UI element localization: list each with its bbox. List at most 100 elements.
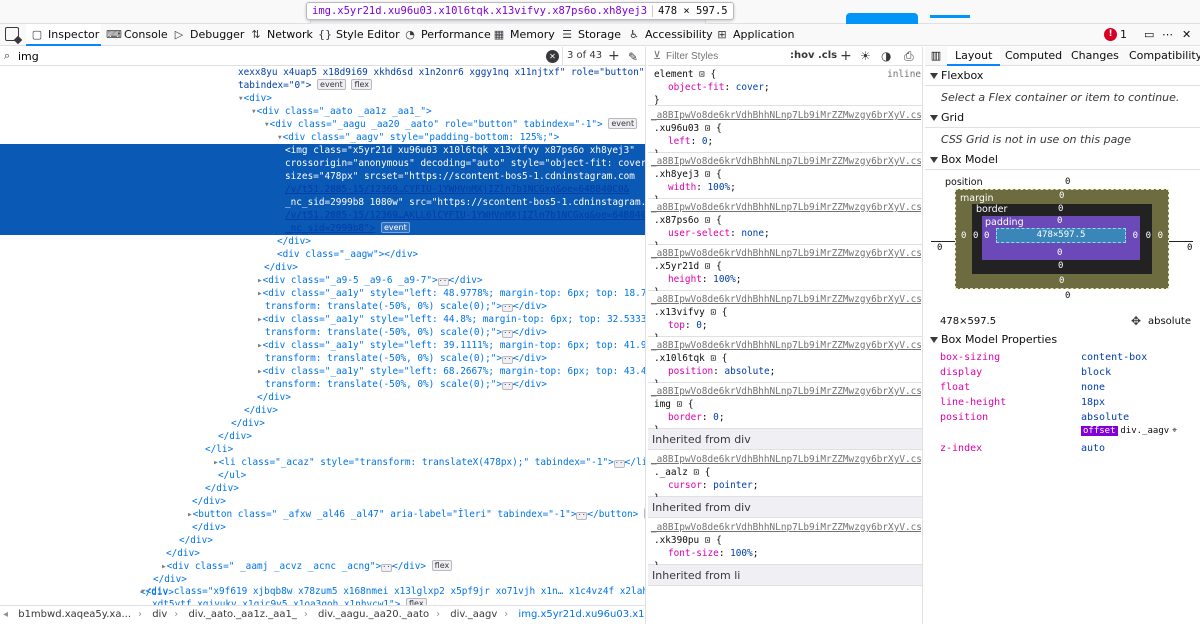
border-box[interactable]: border 0 0 0 0 padding 0 0 0 0 478×597.5 bbox=[972, 204, 1152, 274]
markup-line[interactable]: transform: translate(-50%, 0%) scale(0);… bbox=[0, 352, 645, 365]
markup-line[interactable]: ▸<div class=" _aamj _acvz _acnc _acng">·… bbox=[0, 560, 645, 573]
add-rule-icon[interactable]: + bbox=[840, 47, 852, 65]
target-icon[interactable]: ⌖ bbox=[1172, 426, 1177, 436]
breadcrumb-item[interactable]: b1mbwd.xaqea5y.xa... bbox=[14, 606, 135, 624]
markup-line[interactable]: </li> bbox=[0, 443, 645, 456]
markup-line-selected[interactable]: /v/t51.2885-15/12369…AKLL6lCYFIU-1YWHVnM… bbox=[0, 209, 645, 222]
markup-line[interactable]: ▾<div class="_aagv" style="padding-botto… bbox=[0, 131, 645, 144]
css-rule[interactable]: _a8BIpwVo8de6krVdhBhhNLnp7Lb9iMrZZMwzgy6… bbox=[648, 451, 922, 504]
markup-line[interactable]: </div> bbox=[0, 430, 645, 443]
markup-line-selected[interactable]: /v/t51.2885-15/12369…CYFIU-1YWHVnMXjIZln… bbox=[0, 183, 645, 196]
rule-declaration[interactable]: border: 0; bbox=[648, 411, 922, 424]
tab-compatibility[interactable]: Compatibility bbox=[1129, 47, 1200, 66]
markup-line[interactable]: <div class="_aagw"></div> bbox=[0, 248, 645, 261]
markup-line[interactable]: transform: translate(-50%, 0%) scale(0);… bbox=[0, 326, 645, 339]
scroll-left-icon[interactable]: ◂ bbox=[0, 609, 11, 620]
breadcrumb-item[interactable]: div._aato._aa1z._aa1_ bbox=[184, 606, 300, 624]
rule-source-link[interactable]: _a8BIpwVo8de6krVdhBhhNLnp7Lb9iMrZZMwzgy6… bbox=[651, 293, 921, 306]
error-icon[interactable]: ! bbox=[1104, 28, 1117, 41]
markup-line[interactable]: ▾<div class="_aato _aa1z _aa1_"> bbox=[0, 105, 645, 118]
move-icon[interactable]: ✥ bbox=[1131, 314, 1141, 328]
filter-styles-input[interactable] bbox=[666, 49, 776, 64]
markup-line[interactable]: xexx8yu x4uap5 x18d9i69 xkhd6sd x1n2onr6… bbox=[0, 66, 645, 79]
markup-line[interactable]: ▸<div class="_aa1y" style="left: 39.1111… bbox=[0, 339, 645, 352]
grid-section-header[interactable]: Grid bbox=[925, 108, 1200, 128]
event-badge[interactable]: event bbox=[380, 222, 410, 233]
rule-declaration[interactable]: position: absolute; bbox=[648, 365, 922, 378]
markup-line[interactable]: </ul> bbox=[0, 469, 645, 482]
markup-line[interactable]: transform: translate(-50%, 0%) scale(0);… bbox=[0, 300, 645, 313]
margin-box[interactable]: margin 0 0 0 0 border 0 0 0 0 padding 0 … bbox=[955, 189, 1169, 289]
event-badge[interactable]: event bbox=[608, 118, 638, 129]
markup-line-selected[interactable]: _nc_sid=2999b8"> event bbox=[0, 222, 645, 235]
breadcrumb-item[interactable]: div bbox=[148, 606, 171, 624]
markup-line[interactable]: ▾<div class="x9f619 xjbqb8w x78zum5 x168… bbox=[0, 585, 645, 598]
tab-application[interactable]: ⊞ Application bbox=[715, 24, 794, 46]
breadcrumb-item[interactable]: div._aagv bbox=[446, 606, 501, 624]
light-mode-icon[interactable]: ☀ bbox=[860, 49, 871, 63]
box-model-section-header[interactable]: Box Model bbox=[925, 150, 1200, 170]
markup-search-input[interactable] bbox=[18, 49, 538, 64]
rule-source-link[interactable]: _a8BIpwVo8de6krVdhBhhNLnp7Lb9iMrZZMwzgy6… bbox=[651, 247, 921, 260]
css-rule[interactable]: _a8BIpwVo8de6krVdhBhhNLnp7Lb9iMrZZMwzgy6… bbox=[648, 107, 922, 160]
markup-line-selected[interactable]: _nc_sid=2999b8 1080w" src="https://scont… bbox=[0, 196, 645, 209]
add-node-icon[interactable]: + bbox=[608, 47, 620, 65]
markup-line[interactable]: ▸<div class="_aa1y" style="left: 44.8%; … bbox=[0, 313, 645, 326]
markup-line[interactable]: </div> bbox=[0, 235, 645, 248]
markup-line-selected[interactable]: <img class="x5yr21d xu96u03 x10l6tqk x13… bbox=[0, 144, 645, 157]
flexbox-section-header[interactable]: Flexbox bbox=[925, 66, 1200, 86]
markup-line[interactable]: </div> bbox=[0, 495, 645, 508]
markup-line[interactable]: tabindex="0"> event flex bbox=[0, 79, 645, 92]
markup-line[interactable]: ▾<div> bbox=[0, 92, 645, 105]
rule-source-link[interactable]: _a8BIpwVo8de6krVdhBhhNLnp7Lb9iMrZZMwzgy6… bbox=[651, 453, 921, 466]
rule-declaration[interactable]: width: 100%; bbox=[648, 181, 922, 194]
tab-memory[interactable]: ▦ Memory bbox=[492, 24, 555, 46]
css-rule[interactable]: _a8BIpwVo8de6krVdhBhhNLnp7Lb9iMrZZMwzgy6… bbox=[648, 199, 922, 252]
markup-line[interactable]: </div> bbox=[0, 534, 645, 547]
rule-declaration[interactable]: top: 0; bbox=[648, 319, 922, 332]
class-toggle[interactable]: .cls bbox=[818, 50, 837, 61]
css-rule[interactable]: _a8BIpwVo8de6krVdhBhhNLnp7Lb9iMrZZMwzgy6… bbox=[648, 519, 922, 572]
tab-inspector[interactable]: ▢ Inspector bbox=[26, 24, 101, 46]
box-model-properties-header[interactable]: Box Model Properties bbox=[925, 330, 1200, 350]
tab-network[interactable]: ⇅ Network bbox=[249, 24, 313, 46]
more-options-icon[interactable]: ⋯ bbox=[1162, 24, 1173, 46]
tab-style-editor[interactable]: {} Style Editor bbox=[318, 24, 400, 46]
print-icon[interactable]: ⎙ bbox=[904, 49, 914, 64]
offset-parent-link[interactable]: div._aagv bbox=[1120, 426, 1169, 436]
flex-badge[interactable]: flex bbox=[351, 79, 373, 90]
padding-box[interactable]: padding 0 0 0 0 478×597.5 bbox=[982, 216, 1140, 260]
css-rule[interactable]: _a8BIpwVo8de6krVdhBhhNLnp7Lb9iMrZZMwzgy6… bbox=[648, 291, 922, 344]
css-rule[interactable]: _a8BIpwVo8de6krVdhBhhNLnp7Lb9iMrZZMwzgy6… bbox=[648, 245, 922, 298]
markup-line[interactable]: </div> bbox=[0, 521, 645, 534]
rule-source-link[interactable]: _a8BIpwVo8de6krVdhBhhNLnp7Lb9iMrZZMwzgy6… bbox=[651, 521, 921, 534]
tab-layout[interactable]: Layout bbox=[947, 47, 1001, 66]
rule-declaration[interactable]: font-size: 100%; bbox=[648, 547, 922, 560]
markup-line-selected[interactable]: crossorigin="anonymous" decoding="auto" … bbox=[0, 157, 645, 170]
rule-declaration[interactable]: height: 100%; bbox=[648, 273, 922, 286]
markup-line[interactable]: </div> bbox=[0, 391, 645, 404]
css-rule[interactable]: _a8BIpwVo8de6krVdhBhhNLnp7Lb9iMrZZMwzgy6… bbox=[648, 153, 922, 206]
rule-source-link[interactable]: _a8BIpwVo8de6krVdhBhhNLnp7Lb9iMrZZMwzgy6… bbox=[651, 109, 921, 122]
markup-line[interactable]: </div> bbox=[0, 261, 645, 274]
markup-line-selected[interactable]: sizes="478px" srcset="https://scontent-b… bbox=[0, 170, 645, 183]
pseudo-class-toggle[interactable]: :hov bbox=[790, 50, 815, 61]
rule-declaration[interactable]: left: 0; bbox=[648, 135, 922, 148]
close-devtools-icon[interactable]: ✕ bbox=[1182, 24, 1191, 46]
rule-source-link[interactable]: _a8BIpwVo8de6krVdhBhhNLnp7Lb9iMrZZMwzgy6… bbox=[651, 155, 921, 168]
element-picker-icon[interactable] bbox=[5, 27, 19, 41]
rule-source-link[interactable]: _a8BIpwVo8de6krVdhBhhNLnp7Lb9iMrZZMwzgy6… bbox=[651, 339, 921, 352]
tab-computed[interactable]: Computed bbox=[1005, 47, 1062, 66]
markup-line[interactable]: transform: translate(-50%, 0%) scale(0);… bbox=[0, 378, 645, 391]
css-rule[interactable]: _a8BIpwVo8de6krVdhBhhNLnp7Lb9iMrZZMwzgy6… bbox=[648, 383, 922, 436]
markup-line[interactable]: </div> bbox=[0, 482, 645, 495]
markup-line[interactable]: ▸<div class="_aa1y" style="left: 48.9778… bbox=[0, 287, 645, 300]
markup-line[interactable]: ▸<div class="_aa1y" style="left: 68.2667… bbox=[0, 365, 645, 378]
clear-search-icon[interactable]: ✕ bbox=[546, 50, 559, 63]
event-badge[interactable]: event bbox=[643, 508, 645, 519]
tab-storage[interactable]: ☰ Storage bbox=[560, 24, 621, 46]
dark-mode-icon[interactable]: ◑ bbox=[881, 49, 891, 63]
tab-changes[interactable]: Changes bbox=[1071, 47, 1119, 66]
tab-debugger[interactable]: ▷ Debugger bbox=[172, 24, 245, 46]
markup-line[interactable]: </div> bbox=[0, 547, 645, 560]
